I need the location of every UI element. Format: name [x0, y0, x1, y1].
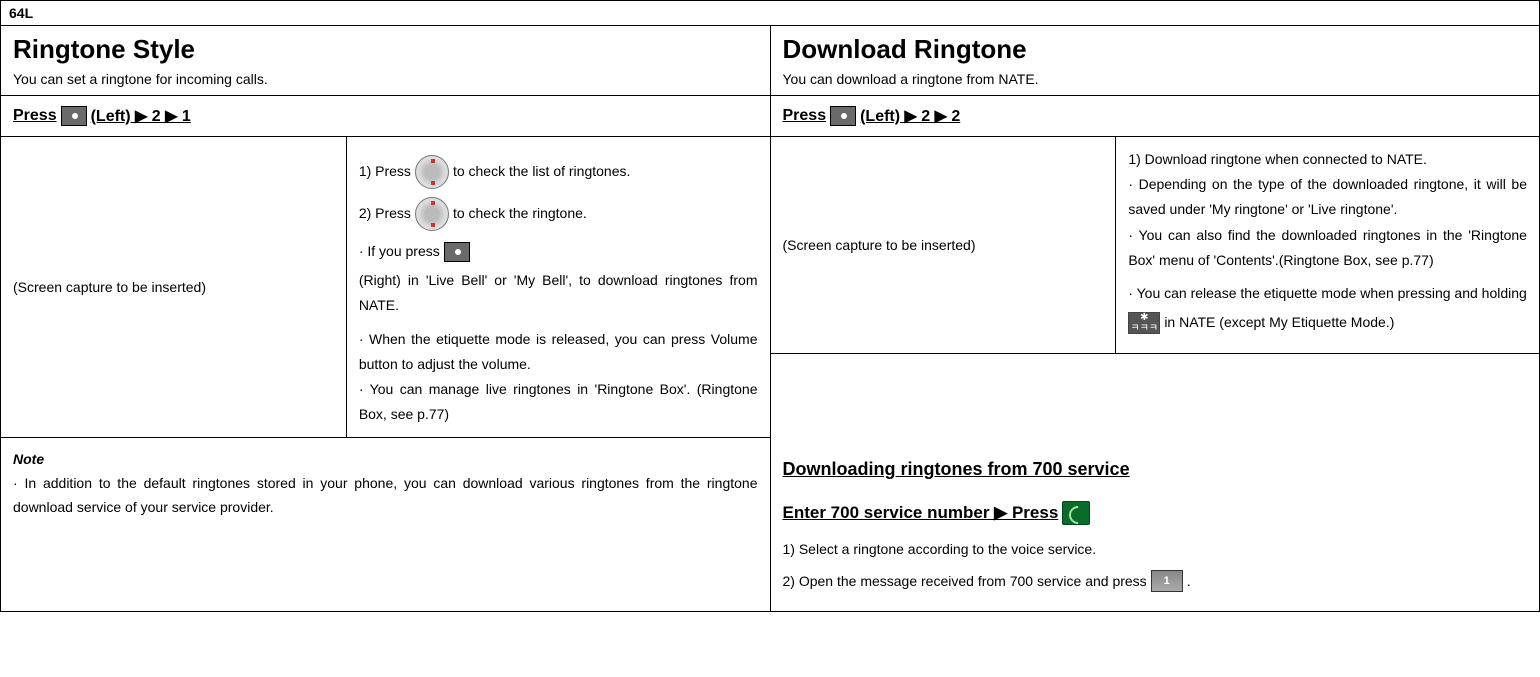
title-row: Ringtone Style You can set a ringtone fo…	[1, 26, 1539, 96]
star-key-icon: ✱ㅋㅋㅋ	[1128, 312, 1160, 334]
page-number: 64L	[1, 1, 1539, 26]
left-section-subtitle: You can set a ringtone for incoming call…	[13, 71, 758, 87]
note-body: · In addition to the default ringtones s…	[13, 472, 758, 520]
sub-step-2: 2) Open the message received from 700 se…	[783, 570, 1528, 594]
left-title-block: Ringtone Style You can set a ringtone fo…	[1, 26, 770, 96]
step-text: to check the ringtone.	[453, 201, 587, 226]
press-label: Press	[13, 107, 57, 125]
right-steps: 1) Download ringtone when connected to N…	[1116, 137, 1539, 353]
step-text: 2) Press	[359, 201, 411, 226]
step-1: 1) Press to check the list of ringtones.	[359, 155, 758, 189]
press-label: Press	[783, 107, 827, 125]
nav-key-icon	[415, 197, 449, 231]
step-text: to check the list of ringtones.	[453, 159, 630, 184]
bullet-1: · Depending on the type of the downloade…	[1128, 172, 1527, 222]
left-press-line: Press (Left) ▶ 2 ▶ 1	[1, 96, 770, 137]
call-key-icon	[1062, 501, 1090, 525]
bullet-2: · When the etiquette mode is released, y…	[359, 327, 758, 377]
bullet-3: · You can manage live ringtones in 'Ring…	[359, 377, 758, 427]
manual-page: 64L Ringtone Style You can set a rington…	[0, 0, 1540, 612]
step-text: in NATE (except My Etiquette Mode.)	[1164, 310, 1394, 335]
press-row: Press (Left) ▶ 2 ▶ 1 Press (Left) ▶ 2 ▶ …	[1, 96, 1539, 137]
right-title-block: Download Ringtone You can download a rin…	[771, 26, 1540, 96]
step-2: 2) Press to check the ringtone.	[359, 197, 758, 231]
service-700-block: Downloading ringtones from 700 service E…	[771, 438, 1540, 611]
enter-700-line: Enter 700 service number ▶ Press	[783, 499, 1528, 528]
enter-text: Enter 700 service number ▶ Press	[783, 499, 1059, 528]
left-content-row: (Screen capture to be inserted) 1) Press…	[1, 137, 770, 438]
note-block: Note · In addition to the default ringto…	[1, 438, 770, 529]
left-section-title: Ringtone Style	[13, 34, 758, 65]
right-section-subtitle: You can download a ringtone from NATE.	[783, 71, 1528, 87]
step-1: 1) Download ringtone when connected to N…	[1128, 147, 1527, 172]
note-title: Note	[13, 448, 758, 472]
left-steps: 1) Press to check the list of ringtones.…	[347, 137, 770, 437]
content-row: (Screen capture to be inserted) 1) Press…	[1, 137, 1539, 438]
bullet-1: · If you press (Right) in 'Live Bell' or…	[359, 239, 758, 319]
sub-step-1: 1) Select a ringtone according to the vo…	[783, 538, 1528, 562]
num-1-key-icon: 1	[1151, 570, 1183, 592]
right-screen-placeholder: (Screen capture to be inserted)	[771, 137, 1117, 353]
right-section-title: Download Ringtone	[783, 34, 1528, 65]
right-content-row: (Screen capture to be inserted) 1) Downl…	[771, 137, 1540, 354]
press-suffix: (Left) ▶ 2 ▶ 1	[91, 106, 191, 126]
press-suffix: (Left) ▶ 2 ▶ 2	[860, 106, 960, 126]
step-text: (Right) in 'Live Bell' or 'My Bell', to …	[359, 268, 758, 318]
placeholder-text: (Screen capture to be inserted)	[13, 279, 206, 295]
right-press-line: Press (Left) ▶ 2 ▶ 2	[771, 96, 1540, 137]
left-screen-placeholder: (Screen capture to be inserted)	[1, 137, 347, 437]
bullet-3: · You can release the etiquette mode whe…	[1128, 281, 1527, 335]
softkey-icon	[61, 106, 87, 126]
step-text: · If you press	[359, 239, 440, 264]
step-text: .	[1187, 570, 1191, 594]
softkey-icon	[444, 242, 470, 262]
step-text: · You can release the etiquette mode whe…	[1128, 281, 1527, 306]
bullet-2: · You can also find the downloaded ringt…	[1128, 223, 1527, 273]
sub-heading-700: Downloading ringtones from 700 service	[783, 454, 1528, 485]
step-text: 2) Open the message received from 700 se…	[783, 570, 1147, 594]
softkey-icon	[830, 106, 856, 126]
placeholder-text: (Screen capture to be inserted)	[783, 237, 976, 253]
bottom-row: Note · In addition to the default ringto…	[1, 438, 1539, 611]
step-text: 1) Press	[359, 159, 411, 184]
nav-key-icon	[415, 155, 449, 189]
